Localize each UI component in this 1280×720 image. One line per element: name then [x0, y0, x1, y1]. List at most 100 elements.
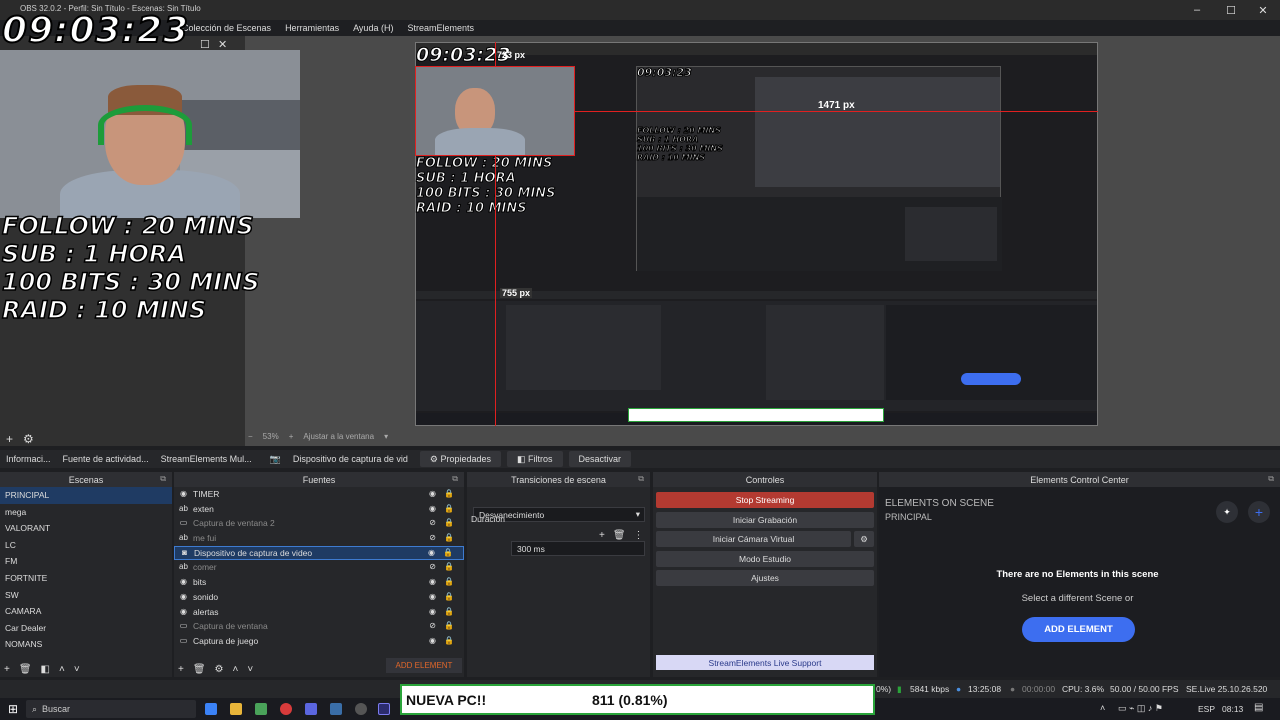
- eye-icon[interactable]: ◉: [429, 605, 436, 620]
- scene-item[interactable]: NOMANS: [0, 636, 172, 653]
- chevron-down-icon[interactable]: ˅: [247, 664, 253, 675]
- lock-icon[interactable]: 🔒: [444, 590, 454, 605]
- eye-icon[interactable]: ◉: [429, 502, 436, 517]
- app-icon[interactable]: [205, 703, 217, 715]
- scene-item[interactable]: mega: [0, 504, 172, 521]
- photoshop-icon[interactable]: [378, 703, 390, 715]
- scene-item[interactable]: FORTNITE: [0, 570, 172, 587]
- app-icon[interactable]: [255, 703, 267, 715]
- add-icon[interactable]: +: [178, 664, 184, 675]
- source-item[interactable]: ab me fui ⊘ 🔒: [174, 531, 464, 546]
- source-item[interactable]: ab exten ◉ 🔒: [174, 502, 464, 517]
- maximize-icon[interactable]: ☐: [1214, 0, 1248, 20]
- source-item[interactable]: ◙ Dispositivo de captura de video ◉ 🔒: [174, 545, 464, 561]
- deactivate-button[interactable]: Desactivar: [568, 451, 632, 467]
- add-icon[interactable]: +: [599, 530, 605, 541]
- trash-icon[interactable]: 🗑: [19, 664, 32, 675]
- discord-icon[interactable]: [305, 703, 317, 715]
- clock[interactable]: 08:13: [1222, 704, 1243, 714]
- tray-icons[interactable]: ▭ ⌁ ◫ ♪ ⚑: [1118, 703, 1163, 714]
- lock-icon[interactable]: 🔒: [444, 502, 454, 517]
- scene-item[interactable]: PRINCIPAL: [0, 487, 172, 504]
- menu-streamelements[interactable]: StreamElements: [405, 23, 476, 33]
- eye-icon[interactable]: ◉: [428, 546, 435, 561]
- language[interactable]: ESP: [1198, 704, 1215, 714]
- add-element-button[interactable]: ADD ELEMENT: [1022, 617, 1135, 642]
- eye-icon[interactable]: ◉: [429, 590, 436, 605]
- trash-icon[interactable]: 🗑: [193, 664, 206, 675]
- scene-item[interactable]: FM: [0, 553, 172, 570]
- gear-icon[interactable]: ⚙: [23, 432, 34, 446]
- browser-icon[interactable]: [280, 703, 292, 715]
- menu-help[interactable]: Ayuda (H): [351, 23, 395, 33]
- start-recording-button[interactable]: Iniciar Grabación: [656, 511, 874, 528]
- maximize-icon[interactable]: ☐: [200, 38, 210, 51]
- menu-scene-collection[interactable]: Colección de Escenas: [180, 23, 273, 33]
- scene-item[interactable]: LC: [0, 537, 172, 554]
- zoom-in-icon[interactable]: +: [289, 432, 294, 441]
- eye-off-icon[interactable]: ⊘: [429, 619, 436, 634]
- add-icon[interactable]: +: [1248, 501, 1270, 523]
- source-item[interactable]: ◉ alertas ◉ 🔒: [174, 605, 464, 620]
- zoom-out-icon[interactable]: −: [248, 432, 253, 441]
- filters-button[interactable]: ◧ Filtros: [507, 451, 563, 467]
- popout-icon[interactable]: ⧉: [160, 474, 166, 484]
- source-item[interactable]: ◉ TIMER ◉ 🔒: [174, 487, 464, 502]
- scene-item[interactable]: VALORANT: [0, 520, 172, 537]
- source-item[interactable]: ab comer ⊘ 🔒: [174, 560, 464, 575]
- lock-icon[interactable]: 🔒: [444, 575, 454, 590]
- tab-se-multi[interactable]: StreamElements Mul...: [155, 454, 258, 464]
- lock-icon[interactable]: 🔒: [443, 546, 453, 561]
- notification-icon[interactable]: ▤: [1254, 702, 1263, 713]
- tab-info[interactable]: Informaci...: [0, 454, 57, 464]
- chevron-up-icon[interactable]: ˄: [59, 664, 65, 675]
- lock-icon[interactable]: 🔒: [444, 531, 454, 546]
- source-item[interactable]: ◉ sonido ◉ 🔒: [174, 590, 464, 605]
- add-icon[interactable]: +: [4, 664, 10, 675]
- lock-icon[interactable]: 🔒: [444, 605, 454, 620]
- zoom-fit[interactable]: Ajustar a la ventana: [303, 432, 374, 441]
- add-element-button[interactable]: ADD ELEMENT: [386, 658, 462, 673]
- close-icon[interactable]: ✕: [1246, 0, 1280, 20]
- lock-icon[interactable]: 🔒: [444, 560, 454, 575]
- more-icon[interactable]: ⋮: [634, 530, 644, 541]
- properties-button[interactable]: ⚙ Propiedades: [419, 451, 502, 467]
- popout-icon[interactable]: ⧉: [1268, 474, 1274, 484]
- trash-icon[interactable]: 🗑: [613, 530, 626, 541]
- lock-icon[interactable]: 🔒: [444, 619, 454, 634]
- lock-icon[interactable]: 🔒: [444, 487, 454, 502]
- filter-icon[interactable]: ◧: [41, 664, 50, 675]
- tray-chevron-icon[interactable]: ˄: [1100, 703, 1105, 713]
- scene-item[interactable]: Car Dealer: [0, 620, 172, 637]
- lock-icon[interactable]: 🔒: [444, 634, 454, 649]
- scene-item[interactable]: SW: [0, 587, 172, 604]
- gear-icon[interactable]: ⚙: [215, 664, 224, 675]
- gear-icon[interactable]: ⚙: [854, 531, 874, 547]
- steam-icon[interactable]: [330, 703, 342, 715]
- obs-icon[interactable]: [355, 703, 367, 715]
- eye-off-icon[interactable]: ⊘: [429, 516, 436, 531]
- se-live-support-button[interactable]: StreamElements Live Support: [656, 655, 874, 670]
- search-input[interactable]: ⌕ Buscar: [26, 700, 196, 718]
- source-item[interactable]: ▭ Captura de juego ◉ 🔒: [174, 634, 464, 649]
- eye-off-icon[interactable]: ⊘: [429, 531, 436, 546]
- popout-icon[interactable]: ⧉: [452, 474, 458, 484]
- settings-button[interactable]: Ajustes: [656, 570, 874, 586]
- add-icon[interactable]: +: [6, 432, 13, 446]
- lock-icon[interactable]: 🔒: [444, 516, 454, 531]
- eye-icon[interactable]: ◉: [429, 575, 436, 590]
- windows-icon[interactable]: ⊞: [8, 702, 18, 716]
- tab-activity-feed[interactable]: Fuente de actividad...: [57, 454, 155, 464]
- eye-icon[interactable]: ◉: [429, 634, 436, 649]
- chevron-down-icon[interactable]: ˅: [74, 664, 80, 675]
- scene-item[interactable]: CAMARA: [0, 603, 172, 620]
- source-item[interactable]: ▭ Captura de ventana ⊘ 🔒: [174, 619, 464, 634]
- minimize-icon[interactable]: –: [1180, 0, 1214, 20]
- sparkle-icon[interactable]: ✦: [1216, 501, 1238, 523]
- close-icon[interactable]: ✕: [218, 38, 227, 51]
- folder-icon[interactable]: [230, 703, 242, 715]
- chevron-down-icon[interactable]: ▾: [384, 432, 388, 441]
- menu-tools[interactable]: Herramientas: [283, 23, 341, 33]
- selection-box[interactable]: [415, 66, 575, 156]
- eye-off-icon[interactable]: ⊘: [429, 560, 436, 575]
